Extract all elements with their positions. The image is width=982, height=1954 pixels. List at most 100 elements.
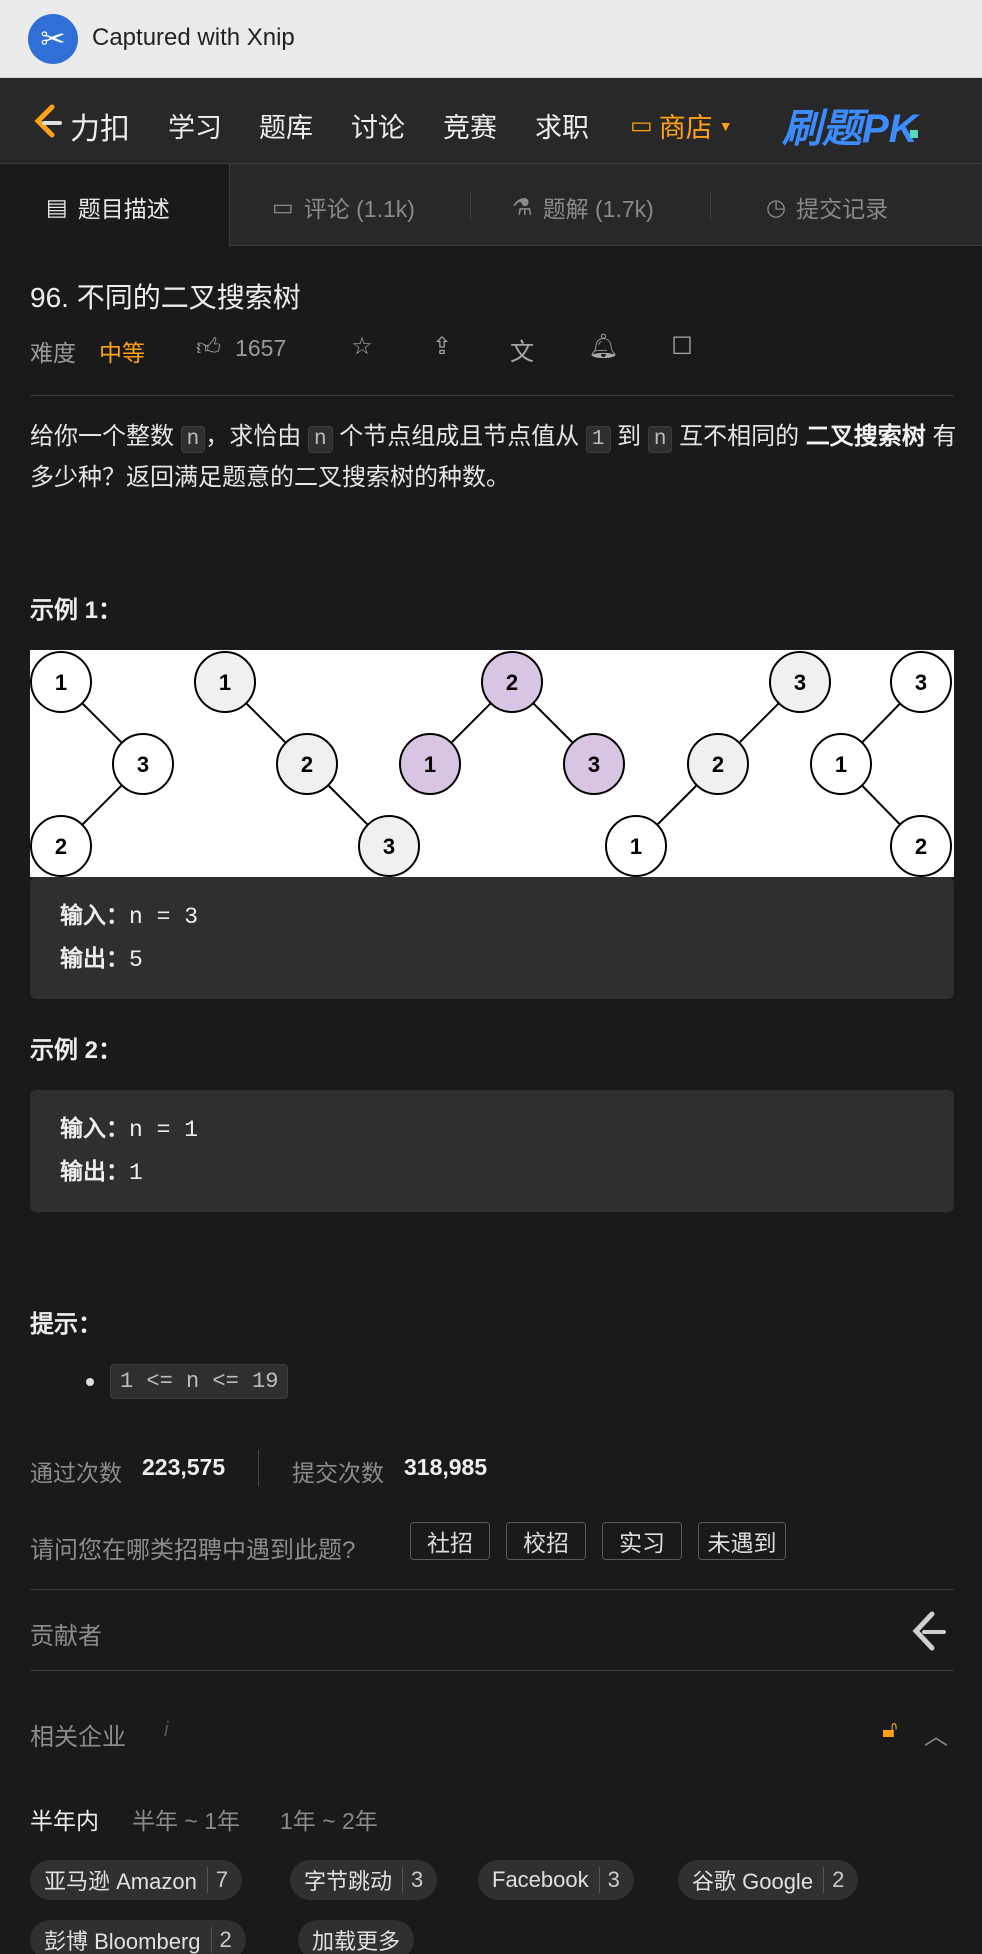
- leetcode-logo-icon[interactable]: [30, 103, 64, 141]
- tab-label: 题目描述: [77, 196, 170, 222]
- company-chip[interactable]: 谷歌 Google 2: [678, 1860, 859, 1900]
- translate-icon[interactable]: 文: [508, 332, 536, 366]
- survey-option-campus[interactable]: 校招: [506, 1522, 586, 1560]
- period-half-year[interactable]: 半年内: [30, 1802, 99, 1836]
- survey-option-none[interactable]: 未遇到: [698, 1522, 786, 1560]
- output-value: 1: [129, 1160, 143, 1186]
- chevron-up-icon[interactable]: ︿: [924, 1716, 948, 1751]
- pk-banner[interactable]: 刷题PK: [782, 96, 918, 154]
- survey-option-social[interactable]: 社招: [410, 1522, 490, 1560]
- output-value: 5: [129, 947, 143, 973]
- star-icon[interactable]: ☆: [348, 332, 376, 360]
- tab-separator: [710, 192, 711, 220]
- tree-node-label: 1: [219, 670, 231, 695]
- info-icon[interactable]: i: [164, 1719, 168, 1742]
- company-count: 3: [402, 1867, 423, 1893]
- brand-name[interactable]: 力扣: [70, 104, 130, 148]
- company-name: Facebook: [492, 1867, 589, 1892]
- survey-option-intern[interactable]: 实习: [602, 1522, 682, 1560]
- example-2-title: 示例 2：: [30, 1037, 123, 1064]
- problem-description: 给你一个整数 n ，求恰由 n 个节点组成且节点值从 1 到 n 互不相同的 二叉…: [30, 418, 960, 497]
- tree-node-label: 2: [301, 752, 313, 777]
- divider: [30, 1670, 954, 1671]
- company-name: 彭博 Bloomberg: [44, 1929, 201, 1954]
- flask-icon: ⚗: [512, 193, 533, 220]
- tree-node-label: 2: [712, 752, 724, 777]
- inline-code: n: [307, 426, 333, 453]
- company-name: 亚马逊 Amazon: [44, 1869, 197, 1894]
- tab-description[interactable]: ▤ 题目描述: [46, 190, 170, 224]
- pk-sparkle-icon: [910, 130, 918, 138]
- desc-text: 互不相同的: [672, 423, 806, 450]
- hints-title: 提示：: [30, 1311, 102, 1338]
- inline-code: n: [647, 426, 673, 453]
- desc-bold: 二叉搜索树: [805, 423, 926, 450]
- tree-node-label: 3: [137, 752, 149, 777]
- tab-comments[interactable]: ▭ 评论 (1.1k): [272, 190, 415, 224]
- like-count: 1657: [235, 334, 287, 361]
- company-count: 2: [210, 1927, 232, 1953]
- company-chip[interactable]: 亚马逊 Amazon 7: [30, 1860, 243, 1900]
- divider: [30, 395, 954, 396]
- input-value: n = 3: [129, 904, 199, 930]
- contributor-avatar[interactable]: [902, 1606, 952, 1656]
- nav-item-contest[interactable]: 竞赛: [443, 106, 497, 145]
- example-1-title: 示例 1：: [30, 597, 123, 624]
- unlock-icon[interactable]: 🔓︎: [882, 1716, 898, 1744]
- output-label: 输出：: [60, 1158, 129, 1184]
- period-half-to-one[interactable]: 半年 ~ 1年: [132, 1802, 240, 1836]
- input-label: 输入：: [60, 902, 129, 928]
- bell-icon[interactable]: 🔔︎: [588, 332, 618, 360]
- comment-icon: ▭: [272, 193, 294, 220]
- input-line: 输入：n = 1: [60, 1108, 924, 1151]
- shop-label: 商店: [658, 113, 713, 143]
- tree-node-label: 1: [835, 752, 847, 777]
- like-button[interactable]: 👍︎ 1657: [196, 334, 286, 362]
- input-value: n = 1: [129, 1117, 199, 1143]
- submitted-label: 提交次数: [292, 1460, 384, 1486]
- company-name: 字节跳动: [304, 1869, 393, 1894]
- period-one-to-two[interactable]: 1年 ~ 2年: [280, 1802, 378, 1836]
- share-icon[interactable]: ⇪: [428, 332, 456, 360]
- tree-node-label: 3: [383, 834, 395, 859]
- document-icon: ▤: [46, 193, 68, 220]
- divider: [30, 1589, 954, 1590]
- inline-code: 1: [585, 426, 611, 453]
- tree-node-label: 1: [55, 670, 67, 695]
- submitted-count: 318,985: [404, 1454, 488, 1480]
- xnip-logo-icon: ✂: [28, 14, 78, 64]
- bullet: [86, 1378, 94, 1386]
- desc-text: 到: [610, 423, 648, 450]
- desc-text: ，求恰由: [205, 423, 308, 450]
- accepted-label: 通过次数: [30, 1460, 122, 1486]
- company-chip[interactable]: Facebook 3: [478, 1860, 634, 1900]
- nav-item-problems[interactable]: 题库: [259, 106, 313, 145]
- nav-item-learn[interactable]: 学习: [168, 106, 222, 145]
- tree-node-label: 3: [588, 752, 600, 777]
- company-chip[interactable]: 彭博 Bloomberg 2: [30, 1920, 246, 1954]
- tree-node-label: 1: [630, 834, 642, 859]
- capture-label: Captured with Xnip: [92, 24, 295, 51]
- caret-down-icon: ▼: [718, 117, 733, 134]
- contributors-label: 贡献者: [30, 1623, 102, 1650]
- desc-text: 给你一个整数: [30, 423, 181, 450]
- nav-item-jobs[interactable]: 求职: [535, 106, 589, 145]
- load-more-button[interactable]: 加载更多: [298, 1920, 415, 1954]
- tab-solutions[interactable]: ⚗ 题解 (1.7k): [512, 190, 654, 224]
- tab-submissions[interactable]: ◷ 提交记录: [766, 190, 888, 224]
- bst-diagram: 1 3 2 1 2 3 2 1 3 3 2 1 3 1 2: [30, 650, 954, 877]
- nav-item-shop[interactable]: ▭ 商店 ▼: [630, 106, 733, 145]
- company-chip[interactable]: 字节跳动 3: [290, 1860, 438, 1900]
- tree-node-label: 2: [55, 834, 67, 859]
- difficulty-value: 中等: [99, 340, 145, 366]
- tree-nodes: 1 3 2 1 2 3 2 1 3 3 2 1 3 1 2: [30, 651, 952, 877]
- tab-label: 提交记录: [796, 196, 889, 222]
- tree-node-label: 3: [794, 670, 806, 695]
- tree-node-label: 2: [506, 670, 518, 695]
- tab-label: 题解 (1.7k): [542, 196, 654, 222]
- tree-node-label: 3: [915, 670, 927, 695]
- feedback-icon[interactable]: ☐: [668, 332, 696, 360]
- thumbs-up-icon: 👍︎: [196, 334, 222, 361]
- survey-question: 请问您在哪类招聘中遇到此题?: [30, 1537, 356, 1564]
- nav-item-discuss[interactable]: 讨论: [351, 106, 405, 145]
